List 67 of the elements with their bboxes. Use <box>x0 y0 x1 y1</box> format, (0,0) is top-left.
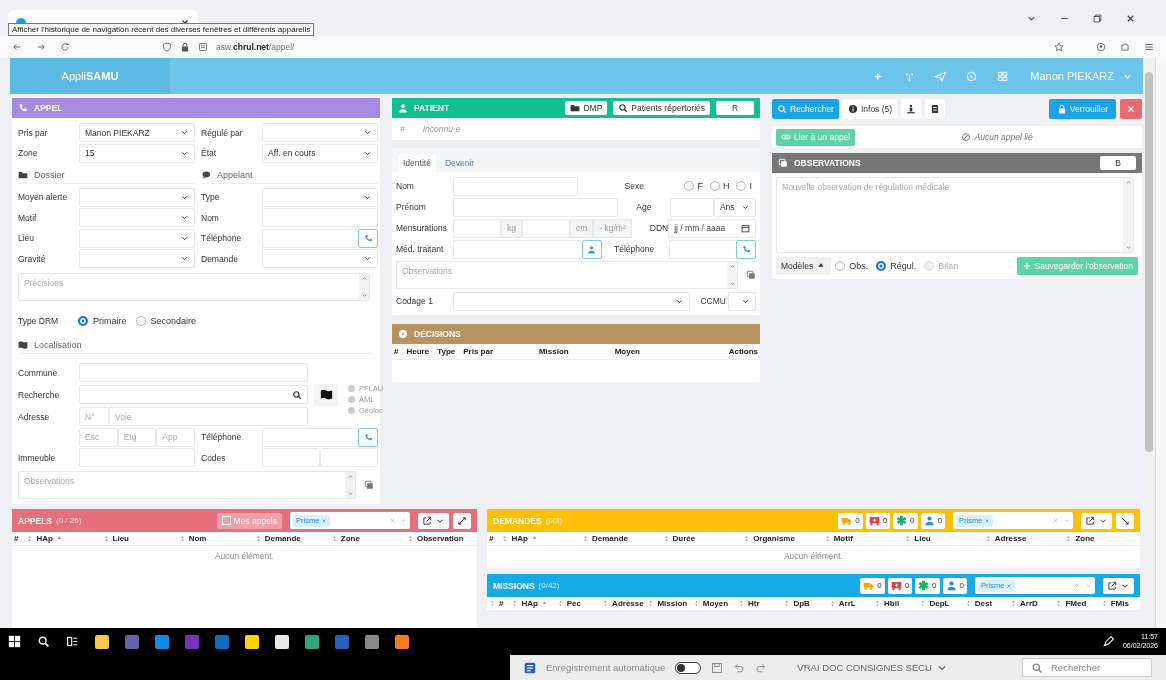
field-label: Codes <box>201 452 227 463</box>
column-header: Moyen <box>614 347 640 356</box>
field-label: Type <box>201 192 221 202</box>
field-label: Pris par <box>18 127 49 138</box>
field-label: Recherche <box>18 389 60 400</box>
field-label: Moyen alerte <box>18 192 69 202</box>
unit-label: cm <box>570 218 594 238</box>
column-header: Heure <box>406 347 430 356</box>
column-header: Type <box>437 347 456 356</box>
patient-identity: Inconnu·e <box>422 124 461 134</box>
field-label: Régulé par <box>201 127 244 138</box>
field-label: Téléphone <box>613 244 655 254</box>
field-label: Prénom <box>396 202 427 212</box>
field-label: Téléphone <box>201 233 243 243</box>
field-label: Demande <box>201 253 239 264</box>
panel-title: MISSIONS <box>493 580 535 591</box>
unit-label: kg <box>501 218 522 238</box>
field-label: Nom <box>396 181 415 191</box>
empty-message: Aucun élément. <box>782 550 845 563</box>
field-label: Codage 1 <box>396 296 434 306</box>
record-count: (0 / 26) <box>56 516 82 525</box>
panel-title: APPEL <box>34 103 63 113</box>
field-label: Type DRM <box>18 316 60 326</box>
panel-title: DEMANDES <box>493 515 542 526</box>
column-header: Mission <box>538 347 569 356</box>
radio-label: H <box>723 181 730 191</box>
panel-title: OBSERVATIONS <box>794 158 861 168</box>
panel-title: APPELS <box>18 515 52 526</box>
tooltip: Afficher l'historique de navigation récent des diverses fenêtres et différents appareils <box>8 23 315 36</box>
panel-title: PATIENT <box>414 103 450 113</box>
field-label: Méd. traitant <box>396 244 445 254</box>
field-label: Age <box>636 202 652 212</box>
field-label: DDN <box>649 223 669 233</box>
field-label: État <box>201 148 218 158</box>
field-label: Immeuble <box>18 452 57 463</box>
column-header: # <box>394 347 399 356</box>
field-label: Commune <box>18 367 58 378</box>
link-status: Aucun appel lié <box>974 132 1033 142</box>
section-title: Appelant <box>217 170 253 180</box>
record-count: (0/3) <box>545 516 563 525</box>
record-count: (0/42) <box>538 581 560 590</box>
section-title: Dossier <box>34 170 65 180</box>
column-header: Pris par <box>463 347 493 356</box>
panel-title: DÉCISIONS <box>414 329 461 339</box>
autosave-label: Enregistrement automatique <box>546 662 666 673</box>
field-label: Nom <box>201 212 220 223</box>
field-label: Mensurations <box>396 223 449 233</box>
id-mark: # <box>400 124 405 134</box>
field-label: Lieu <box>18 233 36 243</box>
field-label: Sexe <box>624 181 645 191</box>
field-label: Motif <box>18 212 38 223</box>
column-header: Actions <box>728 347 759 356</box>
field-label: Gravité <box>18 253 47 264</box>
section-title: Localisation <box>34 339 82 350</box>
field-label: Zone <box>18 148 39 158</box>
field-label: Adresse <box>18 411 50 422</box>
radio-label: Primaire <box>93 316 127 326</box>
radio-label: I <box>749 181 752 191</box>
radio-label: F <box>697 181 703 191</box>
unit-label: - kg/m² <box>593 218 632 238</box>
radio-label: Secondaire <box>150 316 197 326</box>
radio-label: Bilan <box>938 261 959 271</box>
radio-label: Régul. <box>890 261 917 271</box>
radio-label: Obs. <box>849 261 869 271</box>
empty-message: Aucun élément. <box>213 550 276 563</box>
field-label: Téléphone <box>201 432 243 442</box>
field-label: CCMU <box>700 296 726 306</box>
